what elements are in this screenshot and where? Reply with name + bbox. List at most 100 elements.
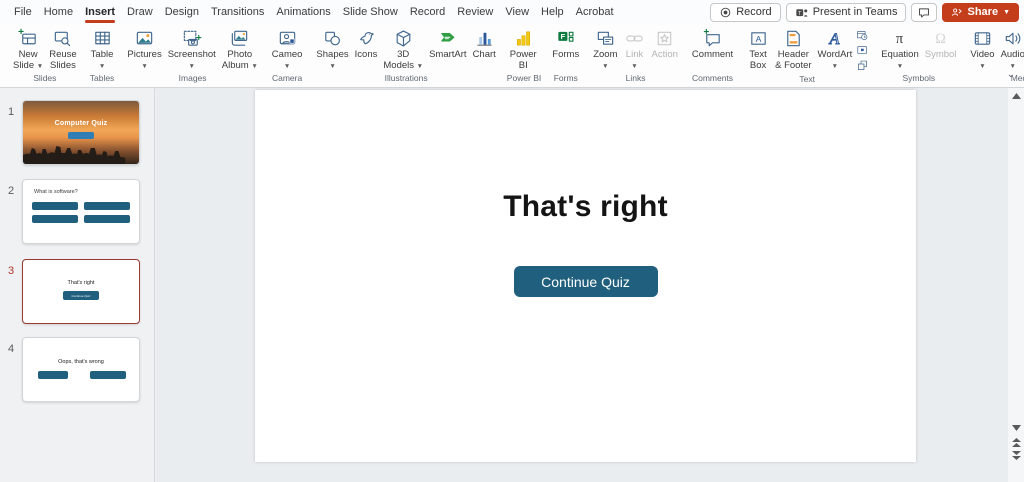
menu-tab-slide-show[interactable]: Slide Show [337, 1, 404, 24]
ribbon-zoom-button[interactable]: Zoom▼ [590, 25, 620, 71]
menu-tab-home[interactable]: Home [38, 1, 79, 24]
ribbon-pictures-button[interactable]: Pictures▼ [124, 25, 164, 71]
thumb-start-button [68, 132, 94, 139]
ribbon-group-name: Illustrations [313, 71, 498, 87]
ribbon-group-images: Pictures▼Screenshot▼PhotoAlbum ▼Images [122, 25, 262, 87]
slide-thumbnail-3[interactable]: That's rightContinue Quiz [22, 259, 140, 324]
slide-number-label: 1 [8, 106, 14, 118]
share-button[interactable]: Share ▼ [942, 3, 1019, 22]
slide-thumbnail-2[interactable]: What is software? [22, 179, 140, 244]
ribbon-smartart-button[interactable]: SmartArt [426, 25, 469, 60]
ribbon-photo-album-button[interactable]: PhotoAlbum ▼ [219, 25, 261, 71]
ribbon-video-button[interactable]: Video▼ [967, 25, 997, 71]
slide-title-text[interactable]: That's right [255, 190, 916, 224]
next-slide-button[interactable] [1011, 451, 1021, 461]
ribbon-group-power-bi: PowerBIPower BI [505, 25, 544, 87]
ribbon-group-illustrations: Shapes▼ Icons3DModels ▼SmartArt Chart Illus… [311, 25, 500, 87]
ribbon-button-label: Header [778, 49, 809, 60]
scroll-down-button[interactable] [1011, 423, 1021, 433]
dropdown-chevron-icon: ▼ [99, 60, 105, 71]
svg-text:Ω: Ω [935, 31, 946, 47]
ribbon-wordart-button[interactable]: AWordArt▼ [815, 25, 856, 71]
ribbon-button-label: & Footer [775, 60, 811, 71]
thumb-title: What is software? [34, 189, 78, 195]
slide-canvas[interactable]: That's right Continue Quiz [255, 90, 916, 462]
ribbon-3d-models-button[interactable]: 3DModels ▼ [380, 25, 426, 71]
power-bi-icon [513, 28, 534, 49]
ribbon-small-button-stack [855, 25, 870, 72]
menu-tab-animations[interactable]: Animations [270, 1, 336, 24]
ribbon-insert-tab: NewSlide ▼ReuseSlidesSlidesTable▼TablesP… [0, 24, 1024, 88]
ribbon-date-and-time-button[interactable] [856, 29, 869, 42]
ribbon-screenshot-button[interactable]: Screenshot▼ [165, 25, 219, 71]
vertical-scrollbar[interactable] [1008, 88, 1024, 482]
ribbon-power-bi-button[interactable]: PowerBI [507, 25, 540, 71]
ribbon-button-label: Icons [355, 49, 378, 60]
thumb-title: That's right [23, 280, 139, 286]
menu-tab-view[interactable]: View [499, 1, 535, 24]
ribbon-shapes-button[interactable]: Shapes▼ [313, 25, 351, 71]
equation-icon: π [889, 28, 910, 49]
dropdown-chevron-icon: ▼ [897, 60, 903, 71]
ribbon-button-label: New [19, 49, 38, 60]
ribbon-new-slide-button[interactable]: NewSlide ▼ [10, 25, 46, 71]
ribbon-chart-button[interactable]: Chart [470, 25, 499, 60]
svg-text:F: F [561, 32, 566, 41]
ribbon-header-footer-button[interactable]: Header& Footer [772, 25, 814, 71]
sunset-background-image: Computer Quiz [23, 101, 139, 164]
comments-pane-button[interactable] [911, 3, 937, 22]
answer-buttons [32, 202, 130, 223]
ribbon-button-label: Table [91, 49, 114, 60]
ribbon-button-label: Slide ▼ [13, 60, 43, 71]
ribbon-button-label: SmartArt [429, 49, 466, 60]
dropdown-chevron-icon: ▼ [979, 60, 985, 71]
scroll-up-button[interactable] [1011, 91, 1021, 101]
ribbon-group-text: ATextBoxHeader& FooterAWordArt▼Text [742, 25, 872, 87]
ribbon-group-name: Links [590, 71, 681, 87]
ribbon-button-label: Text [749, 49, 766, 60]
present-in-teams-label: Present in Teams [813, 6, 898, 18]
video-icon [972, 28, 993, 49]
menu-tab-draw[interactable]: Draw [121, 1, 159, 24]
audio-icon [1002, 28, 1023, 49]
dropdown-chevron-icon: ▼ [602, 60, 608, 71]
ribbon-comment-button[interactable]: Comment [689, 25, 736, 60]
ribbon-icons-button[interactable]: Icons [352, 25, 381, 60]
ribbon-text-box-button[interactable]: ATextBox [744, 25, 772, 71]
thumb-left-button [38, 371, 68, 379]
menu-tab-acrobat[interactable]: Acrobat [570, 1, 620, 24]
ribbon-group-media: Video▼Audio▼ScreenRecordingMedia [965, 25, 1024, 87]
ribbon-group-links: Zoom▼Link▼ActionLinks [588, 25, 683, 87]
ribbon-cameo-button[interactable]: Cameo▼ [269, 25, 306, 71]
previous-slide-button[interactable] [1011, 438, 1021, 448]
ribbon-reuse-slides-button[interactable]: ReuseSlides [46, 25, 79, 71]
menu-tab-insert[interactable]: Insert [79, 1, 121, 24]
ribbon-equation-button[interactable]: πEquation▼ [878, 25, 922, 71]
zoom-icon [595, 28, 616, 49]
menu-tab-review[interactable]: Review [451, 1, 499, 24]
ribbon-table-button[interactable]: Table▼ [88, 25, 117, 71]
menu-tab-help[interactable]: Help [535, 1, 570, 24]
thumb-right-button [90, 371, 126, 379]
menu-tab-design[interactable]: Design [159, 1, 205, 24]
comment-icon [702, 28, 723, 49]
collapse-ribbon-chevron-icon[interactable]: ⌄ [1007, 69, 1015, 80]
slide-thumbnail-4[interactable]: Oops, that's wrong [22, 337, 140, 402]
ribbon-button-label: Cameo [272, 49, 303, 60]
menu-tab-transitions[interactable]: Transitions [205, 1, 270, 24]
slide-thumbnail-1[interactable]: Computer Quiz [22, 100, 140, 165]
present-in-teams-button[interactable]: T Present in Teams [786, 3, 907, 22]
ribbon-button-label: Zoom [593, 49, 617, 60]
ribbon-slide-number-button[interactable] [856, 44, 869, 57]
continue-quiz-button[interactable]: Continue Quiz [514, 266, 658, 297]
slide-number-icon [856, 44, 869, 57]
menu-tab-file[interactable]: File [8, 1, 38, 24]
thumb-title: Oops, that's wrong [23, 359, 139, 365]
ribbon-button-label: WordArt [818, 49, 853, 60]
ribbon-insert-object-button[interactable] [856, 59, 869, 72]
record-button[interactable]: Record [710, 3, 780, 22]
menu-tab-record[interactable]: Record [404, 1, 451, 24]
ribbon-forms-button[interactable]: FForms [549, 25, 582, 60]
ribbon-group-comments: CommentComments [687, 25, 738, 87]
ribbon-audio-button[interactable]: Audio▼ [998, 25, 1024, 71]
